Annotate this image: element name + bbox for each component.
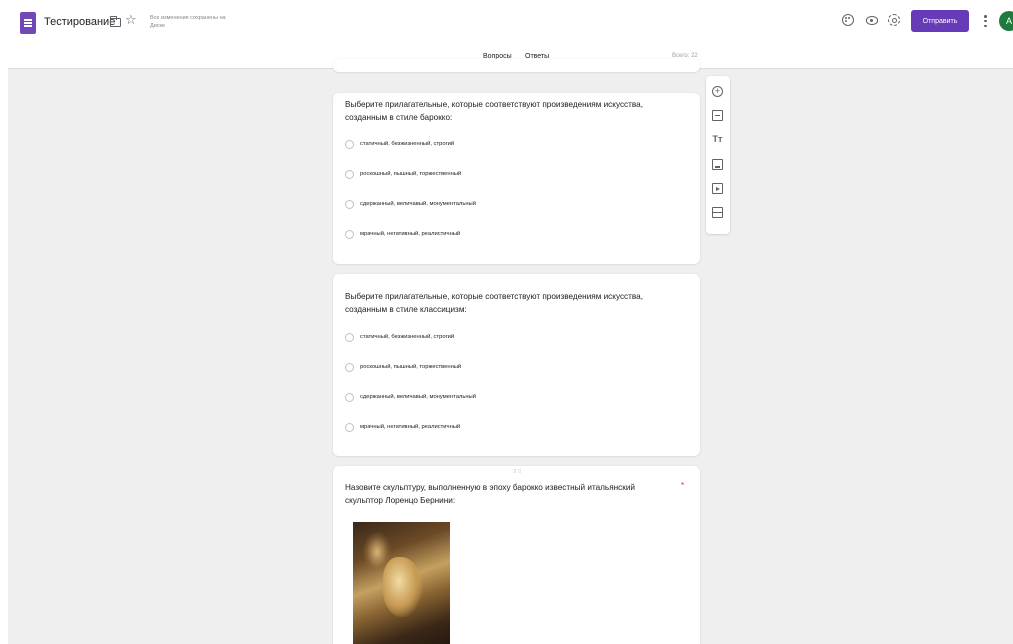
preview-eye-icon[interactable] [866,16,878,25]
option-label: роскошный, пышный, торжественный [360,171,462,177]
previous-question-card[interactable] [333,59,700,72]
radio-button[interactable] [345,199,354,209]
add-section-icon[interactable] [712,207,723,218]
app-forms-icon[interactable] [20,12,36,34]
option-item[interactable]: статичный, безжизненный, строгий [345,138,454,150]
settings-icon[interactable] [888,14,900,26]
option-label: сдержанный, величавый, монументальный [360,201,476,207]
option-item[interactable]: роскошный, пышный, торжественный [345,361,461,373]
option-item[interactable]: сдержанный, величавый, монументальный [345,198,476,210]
add-question-icon[interactable]: + [712,86,723,97]
question-text[interactable]: Выберите прилагательные, которые соответ… [345,99,675,124]
option-label: сдержанный, величавый, монументальный [360,394,476,400]
option-item[interactable]: мрачный, негативный, реалистичный [345,228,460,240]
question-toolbar: + Tт [706,76,730,234]
send-button[interactable]: Отправить [911,10,969,32]
option-label: мрачный, негативный, реалистичный [360,424,461,430]
option-item[interactable]: мрачный, негативный, реалистичный [345,421,460,433]
import-questions-icon[interactable] [712,110,723,121]
option-item[interactable]: статичный, безжизненный, строгий [345,331,454,343]
option-item[interactable]: роскошный, пышный, торжественный [345,168,461,180]
radio-button[interactable] [345,332,354,342]
more-vert-icon[interactable] [984,15,987,27]
avatar[interactable]: A [999,11,1013,31]
question-card[interactable]: ⠿⠿ Назовите скульптуру, выполненную в эп… [333,466,700,644]
radio-button[interactable] [345,392,354,402]
question-card[interactable]: Выберите прилагательные, которые соответ… [333,93,700,264]
radio-button[interactable] [345,362,354,372]
top-app-bar: Тестирование ☆ Все изменения сохранены н… [0,0,1013,46]
palette-icon[interactable] [842,14,854,26]
document-title[interactable]: Тестирование [44,16,115,28]
radio-button[interactable] [345,169,354,179]
question-text[interactable]: Выберите прилагательные, которые соответ… [345,291,675,316]
save-status: Все изменения сохранены на Диске [150,15,226,29]
add-image-icon[interactable] [712,159,723,170]
drag-handle-icon[interactable]: ⠿⠿ [513,469,522,475]
star-icon[interactable]: ☆ [125,13,137,26]
add-title-icon[interactable]: Tт [712,133,723,144]
option-label: статичный, безжизненный, строгий [360,141,455,147]
question-card[interactable]: Выберите прилагательные, которые соответ… [333,274,700,456]
question-text[interactable]: Назовите скульптуру, выполненную в эпоху… [345,482,665,507]
add-video-icon[interactable] [712,183,723,194]
option-label: мрачный, негативный, реалистичный [360,231,461,237]
radio-button[interactable] [345,139,354,149]
question-image[interactable] [353,522,450,644]
option-label: роскошный, пышный, торжественный [360,364,462,370]
option-item[interactable]: сдержанный, величавый, монументальный [345,391,476,403]
form-editor-area: Выберите прилагательные, которые соответ… [8,59,1013,644]
radio-button[interactable] [345,229,354,239]
required-mark: * [681,481,685,490]
option-label: статичный, безжизненный, строгий [360,334,455,340]
folder-icon[interactable] [110,16,121,27]
radio-button[interactable] [345,422,354,432]
